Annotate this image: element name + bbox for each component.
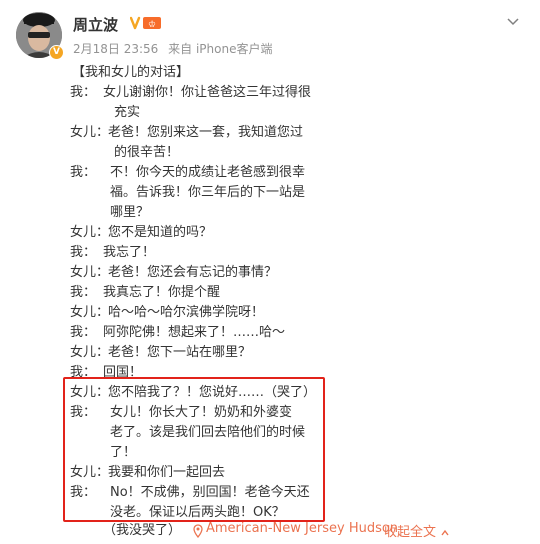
dialogue-text: 阿弥陀佛！想起来了！……哈～ — [103, 325, 286, 340]
dialogue-text: 哪里？ — [110, 205, 150, 220]
vip-icon: ♔ — [129, 15, 164, 34]
dialogue-text: 不！你今天的成绩让老爸感到很幸 — [110, 165, 306, 180]
dialogue-text: 老爸！您别来这一套，我知道您过 — [108, 125, 304, 140]
dialogue-text: 我忘了！ — [103, 245, 156, 260]
location-link[interactable]: American-New Jersey Hudson — [206, 521, 398, 536]
dialogue-text: 老爸！您还会有忘记的事情？ — [108, 265, 278, 280]
speaker-label: 女儿： — [70, 345, 110, 360]
post-date[interactable]: 2月18日 23:56 — [73, 42, 158, 56]
speaker-label: 我： — [70, 165, 97, 180]
dialogue-text: 哈～哈～哈尔滨佛学院呀！ — [108, 305, 265, 320]
speaker-label: 我： — [70, 85, 97, 100]
dialogue-text: 女儿谢谢你！你让爸爸这三年过得很 — [103, 85, 312, 100]
dialogue-text: 您不是知道的吗？ — [108, 225, 213, 240]
collapse-label: 收起全文 — [384, 525, 437, 540]
verified-badge: V — [49, 45, 64, 60]
dialogue-text: 我真忘了！你提个醒 — [103, 285, 221, 300]
dialogue-text: 充实 — [114, 105, 141, 120]
dialogue-text: 老爸！您下一站在哪里？ — [108, 345, 252, 360]
svg-text:♔: ♔ — [148, 20, 156, 30]
post-meta: 2月18日 23:56 来自 iPhone客户端 — [73, 40, 278, 57]
last-line: （我没哭了） — [103, 523, 182, 538]
collapse-arrow-icon — [441, 529, 449, 535]
post-source: 来自 iPhone客户端 — [168, 42, 273, 56]
post-title: 【我和女儿的对话】 — [72, 65, 190, 80]
collapse-link[interactable]: 收起全文 — [384, 521, 450, 540]
speaker-label: 我： — [70, 245, 97, 260]
speaker-label: 女儿： — [70, 305, 110, 320]
speaker-label: 女儿： — [70, 265, 110, 280]
dialogue-text: 福。告诉我！你三年后的下一站是 — [110, 185, 306, 200]
speaker-label: 女儿： — [70, 225, 110, 240]
speaker-label: 我： — [70, 325, 97, 340]
chevron-down-icon[interactable] — [506, 14, 520, 33]
speaker-label: 我： — [70, 285, 97, 300]
dialogue-text: 的很辛苦！ — [114, 145, 180, 160]
location-pin-icon — [193, 523, 203, 542]
username[interactable]: 周立波 — [73, 14, 118, 35]
highlight-box — [63, 377, 325, 522]
speaker-label: 女儿： — [70, 125, 110, 140]
